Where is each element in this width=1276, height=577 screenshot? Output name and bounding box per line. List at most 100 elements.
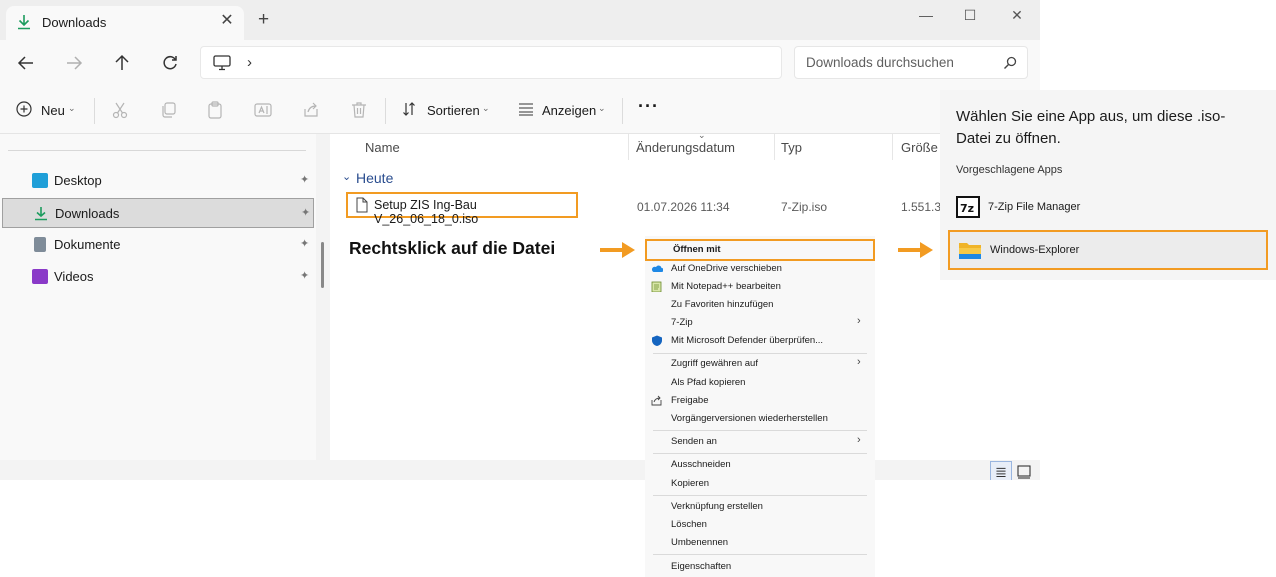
path-field[interactable]: › <box>200 46 782 79</box>
menu-item-copy-path[interactable]: Als Pfad kopieren <box>645 373 875 391</box>
menu-item-open-with[interactable]: Öffnen mit <box>645 239 875 261</box>
minimize-button[interactable]: — <box>904 4 948 26</box>
sidebar-item-desktop[interactable]: Desktop ✦ <box>2 166 314 196</box>
menu-divider <box>653 554 867 555</box>
menu-item-cut[interactable]: Ausschneiden <box>645 455 875 473</box>
app-option-7zip[interactable]: 7z 7-Zip File Manager <box>948 190 1268 226</box>
menu-item-label: Kopieren <box>671 478 710 489</box>
nav-divider <box>8 150 306 151</box>
column-header-size[interactable]: Größe <box>901 140 938 155</box>
pin-icon[interactable]: ✦ <box>301 206 310 219</box>
file-name: Setup ZIS Ing-Bau V_26_06_18_0.iso <box>374 198 479 226</box>
details-view-icon[interactable] <box>990 461 1012 480</box>
menu-item-delete[interactable]: Löschen <box>645 515 875 533</box>
menu-item-label: Ausschneiden <box>671 459 731 470</box>
app-option-label: 7-Zip File Manager <box>988 201 1081 213</box>
menu-item-label: Verknüpfung erstellen <box>671 501 763 512</box>
menu-item-label: Eigenschaften <box>671 561 732 572</box>
notepad-icon <box>651 281 662 292</box>
sidebar-item-documents[interactable]: Dokumente ✦ <box>2 230 314 260</box>
menu-item-label: 7-Zip <box>671 317 693 328</box>
menu-item-grant-access[interactable]: Zugriff gewähren auf › <box>645 354 875 372</box>
menu-item-7zip[interactable]: 7-Zip › <box>645 313 875 331</box>
menu-item-create-shortcut[interactable]: Verknüpfung erstellen <box>645 497 875 515</box>
pin-icon[interactable]: ✦ <box>300 269 309 282</box>
column-header-type[interactable]: Typ <box>781 140 802 155</box>
column-divider[interactable] <box>892 134 893 160</box>
tiles-view-icon[interactable] <box>1014 461 1036 480</box>
back-icon[interactable] <box>14 51 38 75</box>
video-icon <box>32 269 48 284</box>
menu-item-label: Zugriff gewähren auf <box>671 358 758 369</box>
pin-icon[interactable]: ✦ <box>300 237 309 250</box>
sidebar-item-downloads[interactable]: Downloads ✦ <box>2 198 314 228</box>
search-placeholder: Downloads durchsuchen <box>806 55 954 70</box>
more-options-button[interactable]: ··· <box>638 96 659 117</box>
app-option-windows-explorer[interactable]: Windows-Explorer <box>948 230 1268 270</box>
breadcrumb-chevron-icon[interactable]: › <box>247 54 252 71</box>
tab-close-icon[interactable]: ✕ <box>218 12 236 30</box>
copy-icon[interactable] <box>159 101 177 119</box>
menu-item-label: Mit Notepad++ bearbeiten <box>671 281 781 292</box>
column-divider[interactable] <box>628 134 629 160</box>
new-tab-button[interactable]: + <box>258 10 269 30</box>
rename-icon[interactable] <box>254 101 272 119</box>
sidebar-item-videos[interactable]: Videos ✦ <box>2 262 314 292</box>
refresh-icon[interactable] <box>158 51 182 75</box>
menu-item-label: Auf OneDrive verschieben <box>671 263 782 274</box>
menu-item-copy[interactable]: Kopieren <box>645 474 875 492</box>
app-picker-dialog: Wählen Sie eine App aus, um diese .iso-D… <box>940 90 1276 280</box>
search-input[interactable]: Downloads durchsuchen <box>794 46 1028 79</box>
close-window-button[interactable]: ✕ <box>995 4 1039 26</box>
search-icon <box>1004 56 1017 69</box>
menu-item-onedrive[interactable]: Auf OneDrive verschieben <box>645 259 875 277</box>
share-icon[interactable] <box>302 101 320 119</box>
menu-item-rename[interactable]: Umbenennen <box>645 533 875 551</box>
menu-divider <box>653 430 867 431</box>
nav-scrollbar[interactable] <box>321 242 324 288</box>
group-chevron-icon[interactable]: ⌄ <box>342 170 351 183</box>
delete-icon[interactable] <box>350 101 368 119</box>
chevron-down-icon: ⌄ <box>68 103 76 113</box>
menu-item-properties[interactable]: Eigenschaften <box>645 557 875 575</box>
column-header-name[interactable]: Name <box>365 140 400 155</box>
desktop-icon <box>32 173 48 188</box>
folder-icon <box>959 243 981 259</box>
dialog-title: Wählen Sie eine App aus, um diese .iso-D… <box>956 108 1226 147</box>
chevron-down-icon: ⌄ <box>482 103 490 113</box>
menu-item-favorites[interactable]: Zu Favoriten hinzufügen <box>645 295 875 313</box>
file-icon <box>356 197 368 213</box>
7zip-icon: 7z <box>956 196 980 218</box>
app-option-label: Windows-Explorer <box>990 244 1080 256</box>
column-divider[interactable] <box>774 134 775 160</box>
sidebar-item-label: Videos <box>54 269 94 284</box>
menu-item-send-to[interactable]: Senden an › <box>645 432 875 450</box>
menu-item-defender[interactable]: Mit Microsoft Defender überprüfen... <box>645 331 875 349</box>
plus-circle-icon <box>16 101 32 117</box>
dialog-subtitle: Vorgeschlagene Apps <box>956 164 1063 176</box>
maximize-button[interactable]: ☐ <box>948 4 992 26</box>
address-bar: › Downloads durchsuchen <box>0 40 1040 86</box>
menu-item-label: Zu Favoriten hinzufügen <box>671 299 774 310</box>
menu-item-restore-versions[interactable]: Vorgängerversionen wiederherstellen <box>645 409 875 427</box>
tab-downloads[interactable]: Downloads ✕ <box>6 6 244 40</box>
cut-icon[interactable] <box>111 101 129 119</box>
file-type: 7-Zip.iso <box>781 200 828 214</box>
menu-item-label: Als Pfad kopieren <box>671 377 746 388</box>
arrow-right-icon <box>600 242 635 258</box>
forward-icon[interactable] <box>62 51 86 75</box>
chevron-right-icon: › <box>857 315 861 327</box>
up-icon[interactable] <box>110 51 134 75</box>
menu-item-label: Löschen <box>671 519 707 530</box>
pin-icon[interactable]: ✦ <box>300 173 309 186</box>
view-label: Anzeigen <box>542 103 597 118</box>
paste-icon[interactable] <box>206 101 224 119</box>
menu-item-share[interactable]: Freigabe <box>645 391 875 409</box>
menu-item-notepad[interactable]: Mit Notepad++ bearbeiten <box>645 277 875 295</box>
group-header-today[interactable]: Heute <box>356 170 393 186</box>
column-header-date[interactable]: Änderungsdatum <box>636 140 735 155</box>
view-list-icon <box>519 103 533 116</box>
file-row[interactable]: Setup ZIS Ing-Bau V_26_06_18_0.iso <box>346 192 578 226</box>
tab-title: Downloads <box>42 15 107 30</box>
sidebar-item-label: Downloads <box>55 206 120 221</box>
